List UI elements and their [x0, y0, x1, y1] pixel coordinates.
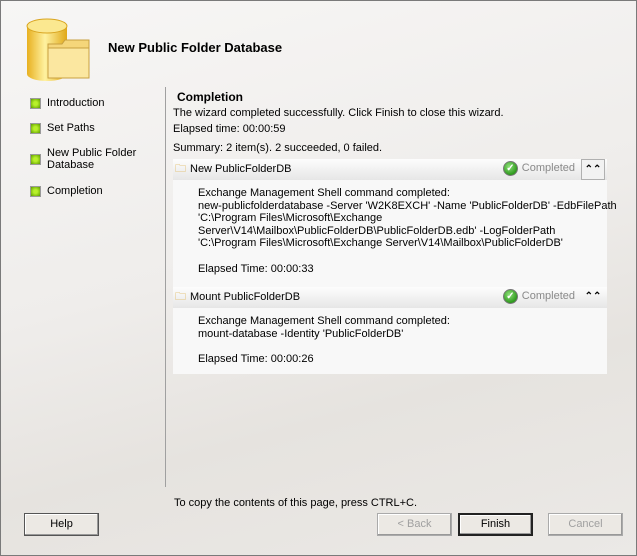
- step-list: Introduction Set Paths New Public Folder…: [1, 87, 166, 487]
- wizard-window: New Public Folder Database Introduction …: [0, 0, 637, 556]
- step-complete-icon: [30, 186, 41, 197]
- wizard-footer: To copy the contents of this page, press…: [1, 487, 636, 555]
- nav-label: Introduction: [47, 97, 105, 109]
- nav-item-new-public-folder-database: New Public Folder Database: [30, 147, 165, 185]
- nav-item-completion: Completion: [30, 185, 165, 210]
- database-folder-icon: [26, 18, 90, 81]
- step-complete-icon: [30, 154, 41, 165]
- detail-line: mount-database -Identity 'PublicFolderDB…: [198, 327, 404, 340]
- task-details: Exchange Management Shell command comple…: [173, 180, 617, 287]
- wizard-body: Introduction Set Paths New Public Folder…: [1, 87, 636, 487]
- collapse-button[interactable]: ⌃⌃: [581, 159, 605, 180]
- task-elapsed: Elapsed Time: 00:00:26: [198, 353, 314, 365]
- mount-database-icon: 🗀: [175, 291, 186, 303]
- detail-line: Exchange Management Shell command comple…: [198, 187, 450, 199]
- wizard-title: New Public Folder Database: [108, 40, 283, 55]
- completion-message: The wizard completed successfully. Click…: [173, 107, 504, 119]
- check-icon: ✓: [502, 161, 518, 176]
- task-status: ✓ Completed: [502, 289, 575, 304]
- completion-content: Completion The wizard completed successf…: [166, 87, 636, 487]
- back-button[interactable]: < Back: [377, 513, 452, 536]
- task-status: ✓ Completed: [502, 161, 575, 176]
- elapsed-time: Elapsed time: 00:00:59: [173, 123, 286, 135]
- wizard-header: New Public Folder Database: [1, 1, 636, 87]
- cancel-button[interactable]: Cancel: [548, 513, 623, 536]
- nav-label: Completion: [47, 185, 103, 197]
- finish-button[interactable]: Finish: [458, 513, 533, 536]
- copy-hint: To copy the contents of this page, press…: [174, 497, 418, 509]
- task-details: Exchange Management Shell command comple…: [173, 308, 607, 374]
- detail-line: new-publicfolderdatabase -Server 'W2K8EX…: [198, 199, 617, 212]
- detail-line: 'C:\Program Files\Microsoft\Exchange: [198, 212, 383, 224]
- task-name: New PublicFolderDB: [190, 163, 292, 175]
- check-icon: ✓: [502, 289, 518, 304]
- status-label: Completed: [521, 162, 575, 174]
- collapse-button[interactable]: ⌃⌃: [581, 287, 605, 308]
- detail-line: 'C:\Program Files\Microsoft\Exchange Ser…: [198, 237, 563, 249]
- nav-label: New Public Folder Database: [47, 147, 137, 171]
- nav-item-introduction: Introduction: [30, 97, 165, 122]
- step-complete-icon: [30, 123, 41, 134]
- nav-label: Set Paths: [47, 122, 95, 134]
- detail-line: Exchange Management Shell command comple…: [198, 315, 450, 327]
- task-header-mount-publicfolderdb: 🗀 Mount PublicFolderDB ✓ Completed ⌃⌃: [173, 287, 607, 308]
- folder-icon: 🗀: [175, 163, 186, 175]
- status-label: Completed: [521, 290, 575, 302]
- summary: Summary: 2 item(s). 2 succeeded, 0 faile…: [173, 142, 383, 154]
- page-heading: Completion: [177, 90, 243, 104]
- help-button[interactable]: Help: [24, 513, 99, 536]
- step-complete-icon: [30, 98, 41, 109]
- detail-line: Server\V14\Mailbox\PublicFolderDB\Public…: [198, 224, 556, 237]
- nav-item-set-paths: Set Paths: [30, 122, 165, 147]
- task-elapsed: Elapsed Time: 00:00:33: [198, 262, 314, 275]
- button-row: Help < Back Finish Cancel: [1, 513, 636, 536]
- task-header-new-publicfolderdb: 🗀 New PublicFolderDB ✓ Completed ⌃⌃: [173, 159, 607, 180]
- task-name: Mount PublicFolderDB: [190, 291, 301, 303]
